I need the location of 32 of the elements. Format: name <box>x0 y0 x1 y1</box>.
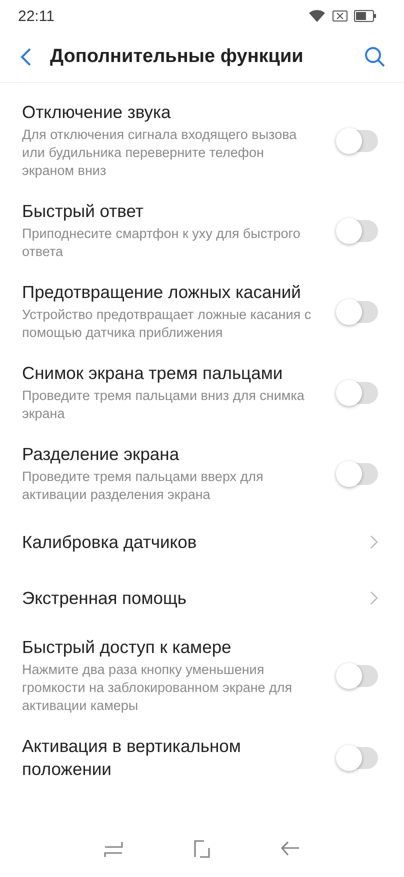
setting-title: Быстрый ответ <box>22 200 144 223</box>
setting-description: Нажмите два раза кнопку уменьшения громкости на заблокированном экране для активации камеры <box>22 661 294 715</box>
battery-icon <box>354 10 376 22</box>
setting-description: Проведите тремя пальцами вверх для активации разделения экрана <box>22 468 264 504</box>
setting-title: Отключение звука <box>22 101 172 124</box>
chevron-right-icon[interactable] <box>370 535 378 549</box>
toggle-switch[interactable] <box>338 300 378 322</box>
setting-description: Приподнесите смартфон к уху для быстрого ответа <box>22 225 302 261</box>
back-chevron-icon[interactable] <box>20 47 32 67</box>
setting-title: Калибровка датчиков <box>22 530 198 554</box>
setting-title: Быстрый доступ к камере <box>22 636 232 659</box>
wifi-icon <box>308 9 326 23</box>
setting-title: Предотвращение ложных касаний <box>22 281 302 304</box>
setting-description: Для отключения сигнала входящего вызова или будильника переверните телефон экраном вниз <box>22 126 298 180</box>
toggle-switch[interactable] <box>338 664 378 686</box>
setting-title: Разделение экрана <box>22 443 180 466</box>
status-time: 22:11 <box>18 8 54 24</box>
recents-icon[interactable] <box>104 839 124 859</box>
setting-title: Активация в вертикальном положении <box>22 735 242 781</box>
setting-title: Снимок экрана тремя пальцами <box>22 362 284 385</box>
home-icon[interactable] <box>192 839 212 859</box>
setting-description: Проведите тремя пальцами вниз для снимка экрана <box>22 387 306 423</box>
toggle-switch[interactable] <box>338 220 378 242</box>
setting-description: Устройство предотвращает ложные касания с помощью датчика приближения <box>22 306 312 342</box>
setting-title: Экстренная помощь <box>22 586 188 610</box>
page-title: Дополнительные функции <box>50 46 304 68</box>
no-sim-icon <box>332 10 348 22</box>
chevron-right-icon[interactable] <box>370 591 378 605</box>
toggle-switch[interactable] <box>338 130 378 152</box>
toggle-switch[interactable] <box>338 382 378 404</box>
toggle-switch[interactable] <box>338 462 378 484</box>
toggle-switch[interactable] <box>338 747 378 769</box>
